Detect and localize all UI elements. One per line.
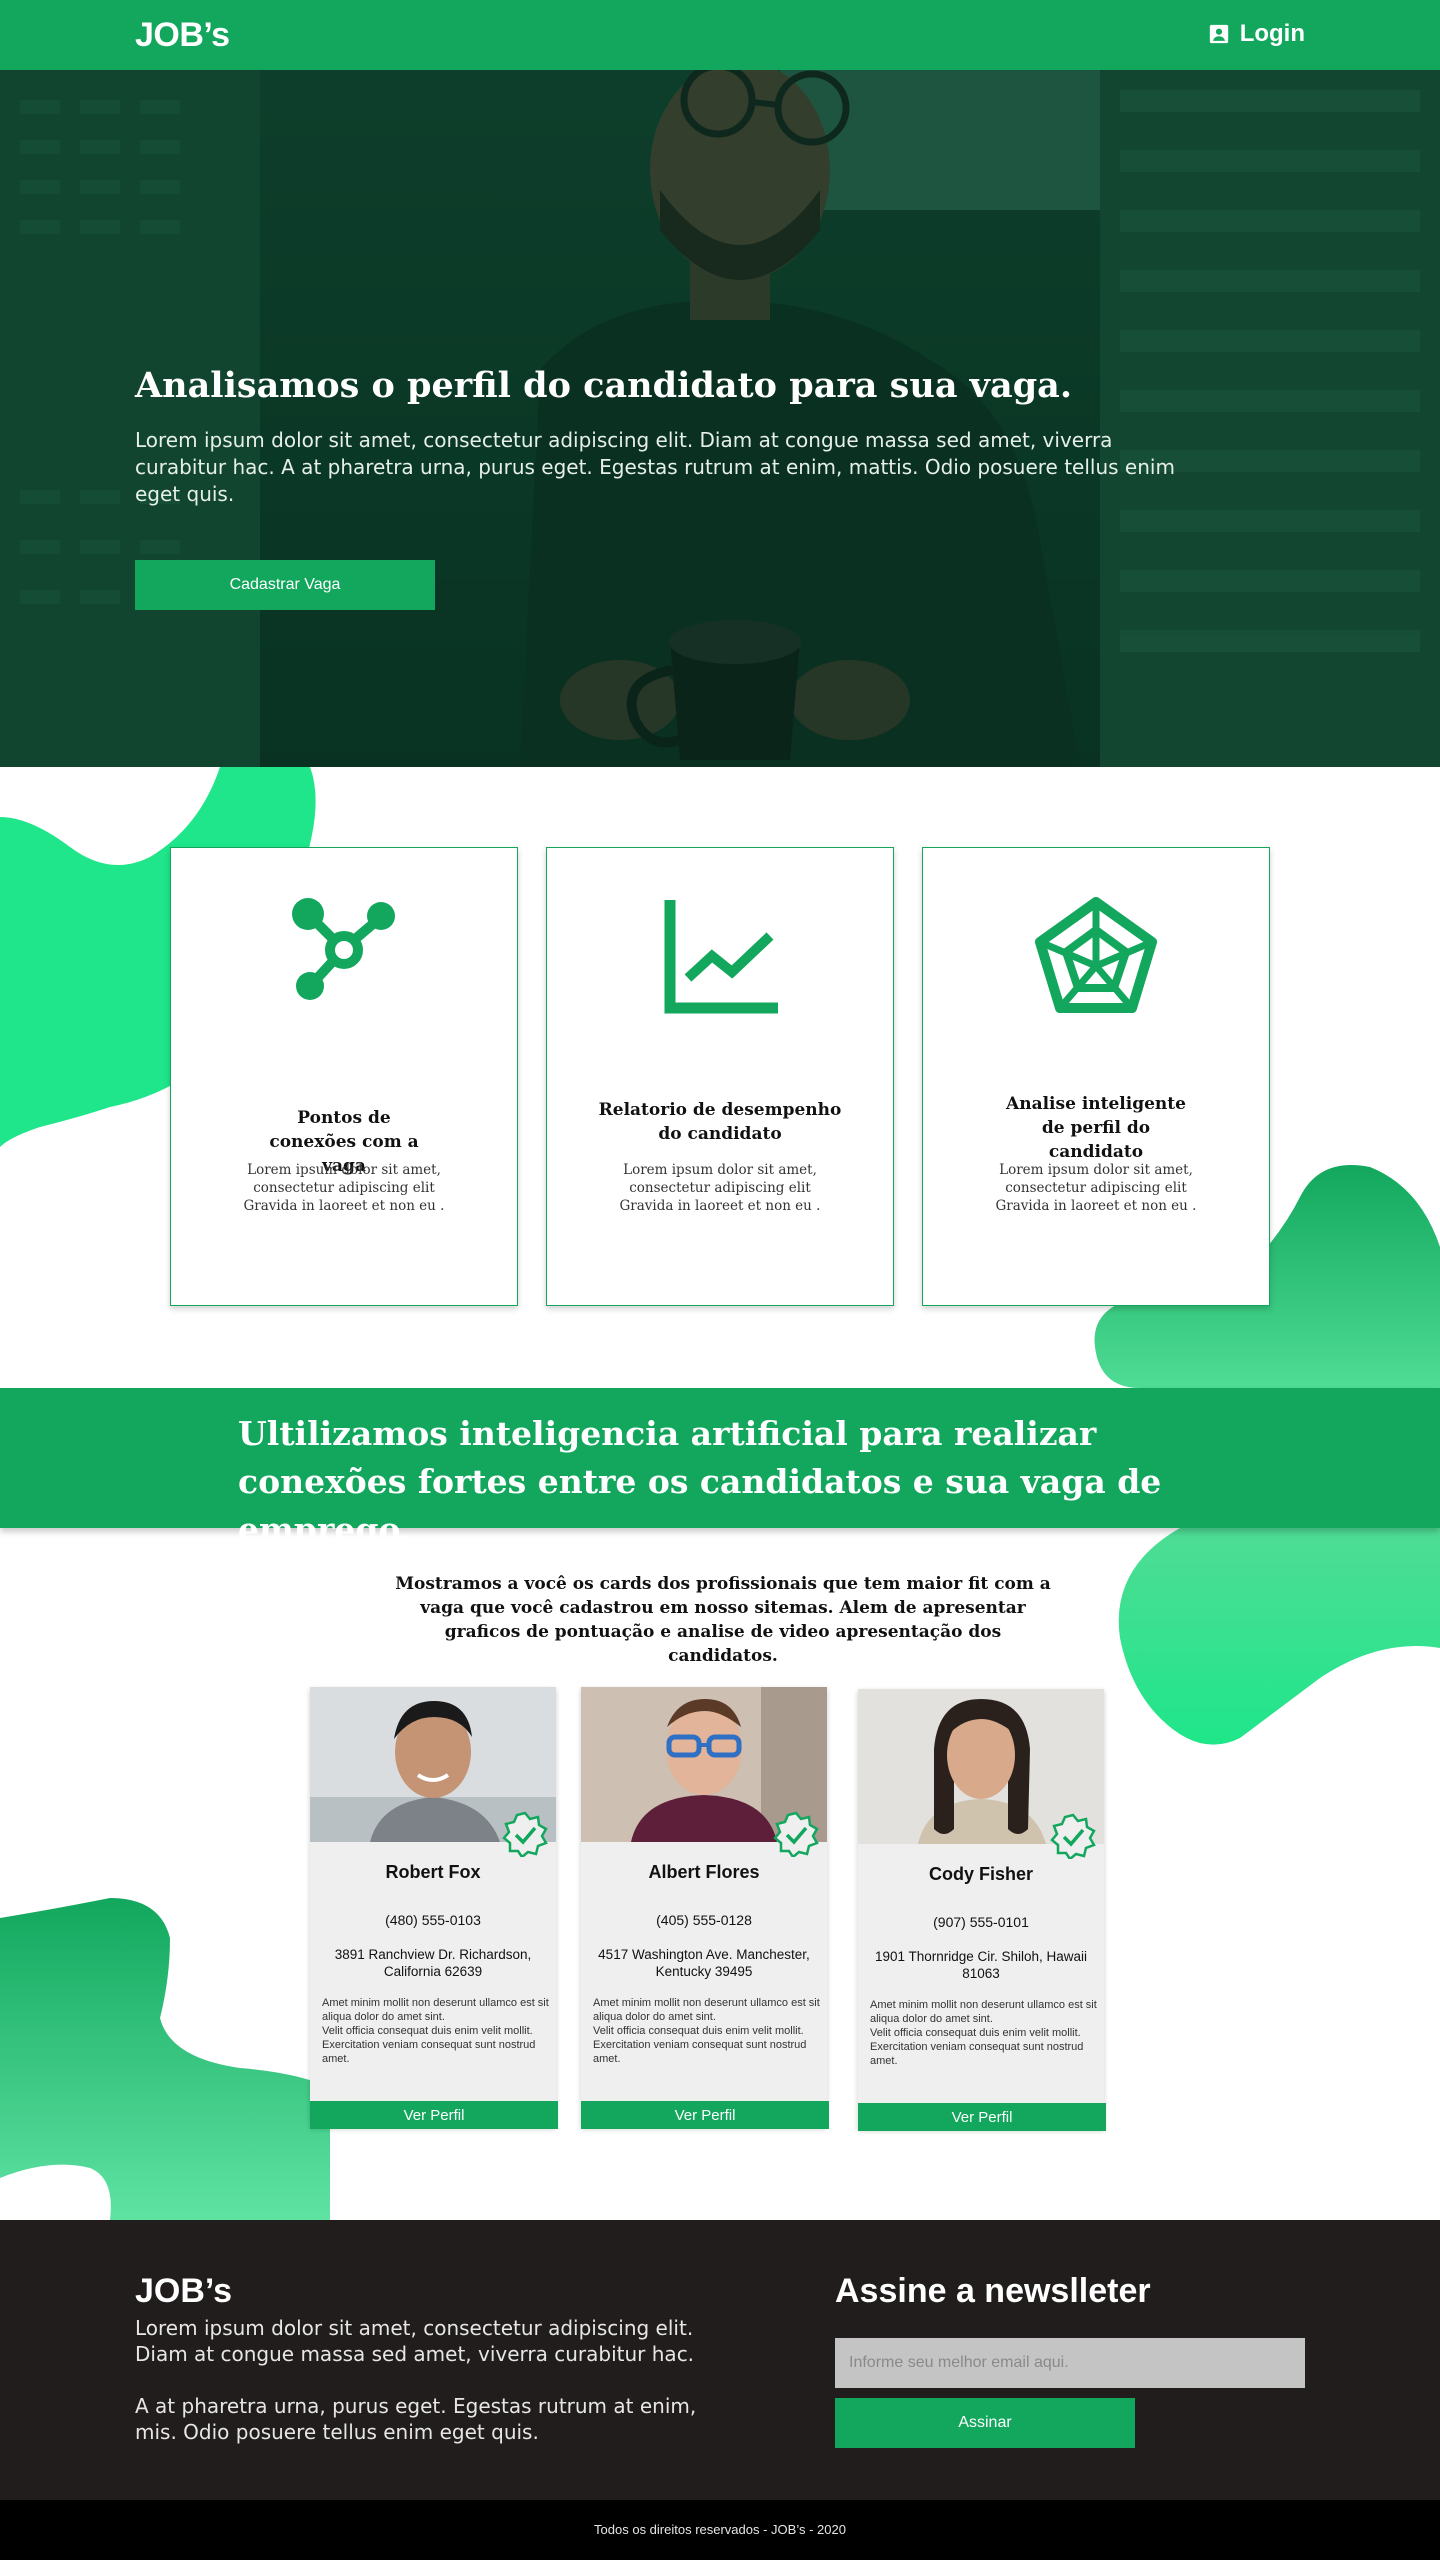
candidate-phone: (907) 555-0101	[933, 1914, 1029, 1930]
verified-badge-icon	[773, 1811, 819, 1857]
verified-badge-icon	[502, 1811, 548, 1857]
features-section: Pontos de conexões com a vaga Lorem ipsu…	[0, 767, 1440, 1388]
hero-text: Lorem ipsum dolor sit amet, consectetur …	[135, 428, 1175, 506]
chart-icon	[664, 900, 778, 1014]
candidate-name: Albert Flores	[648, 1862, 760, 1882]
feature-text: Lorem ipsum dolor sit amet, consectetur …	[619, 1162, 821, 1214]
login-label: Login	[1239, 20, 1305, 47]
candidate-address: 1901 Thornridge Cir. Shiloh, Hawaii 8106…	[874, 1949, 1088, 1981]
feature-text: Lorem ipsum dolor sit amet, consectetur …	[243, 1162, 445, 1214]
register-job-button[interactable]: Cadastrar Vaga	[135, 560, 435, 610]
newsletter-email-input[interactable]	[835, 2338, 1305, 2388]
newsletter-title: Assine a newslleter	[835, 2272, 1151, 2310]
candidate-card: Robert Fox (480) 555-0103 3891 Ranchview…	[310, 1687, 558, 2129]
user-card-icon	[1209, 24, 1228, 44]
copyright-text: Todos os direitos reservados - JOB’s - 2…	[594, 2522, 846, 2537]
hero-overlay	[0, 70, 1440, 767]
logo[interactable]: JOB’s	[135, 16, 230, 55]
connections-icon	[292, 898, 395, 1000]
view-profile-button[interactable]: Ver Perfil	[310, 2101, 558, 2129]
feature-card-report: Relatorio de desempenho do candidato Lor…	[546, 847, 894, 1306]
login-button[interactable]: Login	[1208, 20, 1305, 48]
candidate-card: Albert Flores (405) 555-0128 4517 Washin…	[581, 1687, 829, 2129]
candidates-intro: Mostramos a você os cards dos profission…	[395, 1574, 1051, 1666]
view-profile-button[interactable]: Ver Perfil	[581, 2101, 829, 2129]
subscribe-button[interactable]: Assinar	[835, 2398, 1135, 2448]
footer: JOB’s Lorem ipsum dolor sit amet, consec…	[0, 2220, 1440, 2500]
feature-card-connections: Pontos de conexões com a vaga Lorem ipsu…	[170, 847, 518, 1306]
feature-title: Relatorio de desempenho do candidato	[598, 1100, 842, 1144]
verified-badge-icon	[1050, 1813, 1096, 1859]
candidate-description: Amet minim mollit non deserunt ullamco e…	[870, 1999, 1097, 2067]
candidate-description: Amet minim mollit non deserunt ullamco e…	[593, 1997, 820, 2065]
radar-icon	[1035, 897, 1157, 1013]
hero-title: Analisamos o perfil do candidato para su…	[135, 365, 1073, 406]
candidate-description: Amet minim mollit non deserunt ullamco e…	[322, 1997, 549, 2065]
ai-banner-text: Ultilizamos inteligencia artificial para…	[238, 1414, 1162, 1549]
candidate-name: Robert Fox	[385, 1862, 481, 1882]
top-nav: JOB’s Login	[0, 0, 1440, 70]
feature-card-analysis: Analise inteligente de perfil do candida…	[922, 847, 1270, 1306]
hero-section: Analisamos o perfil do candidato para su…	[0, 70, 1440, 767]
view-profile-button[interactable]: Ver Perfil	[858, 2103, 1106, 2131]
feature-text: Lorem ipsum dolor sit amet, consectetur …	[995, 1162, 1197, 1214]
candidate-phone: (405) 555-0128	[656, 1912, 752, 1928]
candidate-name: Cody Fisher	[928, 1864, 1034, 1884]
candidate-address: 4517 Washington Ave. Manchester, Kentuck…	[598, 1947, 810, 1979]
candidates-section: Mostramos a você os cards dos profission…	[0, 1528, 1440, 2220]
candidate-phone: (480) 555-0103	[385, 1912, 481, 1928]
feature-title: Analise inteligente de perfil do candida…	[1006, 1094, 1186, 1162]
copyright-bar: Todos os direitos reservados - JOB’s - 2…	[0, 2500, 1440, 2560]
footer-text: Lorem ipsum dolor sit amet, consectetur …	[135, 2316, 697, 2444]
candidate-address: 3891 Ranchview Dr. Richardson, Californi…	[334, 1947, 532, 1979]
ai-banner: Ultilizamos inteligencia artificial para…	[0, 1388, 1440, 1549]
footer-logo: JOB’s	[135, 2272, 233, 2310]
candidate-card: Cody Fisher (907) 555-0101 1901 Thornrid…	[858, 1689, 1106, 2131]
